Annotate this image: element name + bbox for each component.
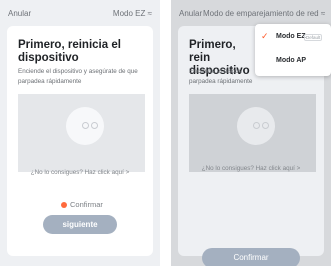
device-disc-icon	[66, 107, 104, 145]
led-dot-icon	[91, 122, 98, 129]
right-screen: Anular Modo de emparejamiento de red ≈ P…	[171, 0, 331, 266]
mode-selector[interactable]: Modo EZ ≈	[113, 9, 152, 18]
instructions: Enciende el dispos parpadea rápidamente	[189, 68, 253, 85]
help-link[interactable]: ¿No lo consigues? Haz click aquí >	[7, 169, 153, 176]
confirm-button[interactable]: Confirmar	[202, 248, 300, 266]
led-dot-icon	[82, 122, 89, 129]
option-label: Modo AP	[276, 57, 307, 64]
device-disc-icon	[237, 107, 275, 145]
help-link[interactable]: ¿No lo consigues? Haz click aquí >	[178, 165, 324, 172]
checkmark-icon: ✓	[261, 31, 269, 41]
confirm-label: Confirmar	[70, 200, 103, 209]
device-illustration	[189, 94, 316, 172]
cancel-button[interactable]: Anular	[179, 9, 202, 18]
next-button[interactable]: siguiente	[43, 215, 117, 234]
radio-dot-icon	[61, 202, 67, 209]
instructions: Enciende el dispositivo y asegúrate de q…	[18, 68, 138, 85]
mode-selector[interactable]: Modo de emparejamiento de red ≈	[203, 9, 325, 18]
page-title: Primero, reinicia el dispositivo	[18, 39, 121, 64]
led-dot-icon	[262, 122, 269, 129]
option-ap-mode[interactable]: Modo AP	[255, 50, 331, 74]
default-badge: Default	[304, 34, 323, 41]
option-ez-mode[interactable]: ✓ Modo EZ Default	[255, 26, 331, 50]
left-screen: Anular Modo EZ ≈ Primero, reinicia el di…	[0, 0, 160, 266]
led-dot-icon	[253, 122, 260, 129]
device-illustration	[18, 94, 145, 172]
confirm-radio[interactable]: Confirmar	[61, 200, 103, 209]
content-card: Primero, reinicia el dispositivo Enciend…	[7, 26, 153, 256]
mode-dropdown: ✓ Modo EZ Default Modo AP	[255, 24, 331, 76]
option-label: Modo EZ	[276, 33, 306, 40]
cancel-button[interactable]: Anular	[8, 9, 31, 18]
